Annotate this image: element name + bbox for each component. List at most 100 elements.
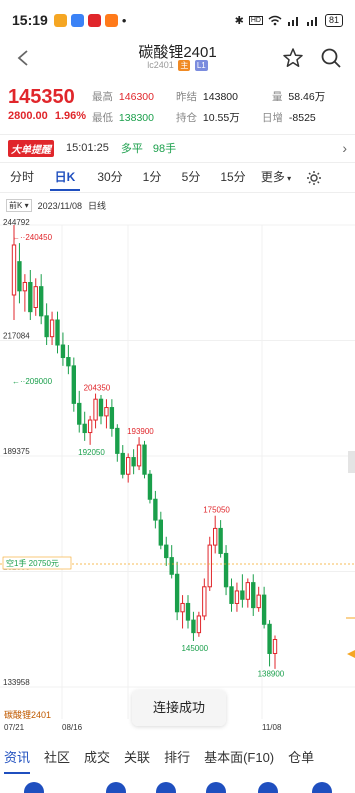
daily-oi-cell: 日增 -8525 bbox=[262, 110, 316, 125]
y-tick-label: 189375 bbox=[3, 447, 30, 456]
tab-5min[interactable]: 5分 bbox=[172, 165, 210, 191]
high-value: 146300 bbox=[118, 91, 154, 103]
status-bar: 15:19 • ✱ HD 81 bbox=[0, 0, 355, 40]
candle-body bbox=[22, 281, 28, 292]
toast-message: 连接成功 bbox=[132, 690, 226, 726]
candle-body bbox=[17, 261, 22, 292]
candle-body bbox=[109, 407, 115, 429]
volume-cell: 量 58.46万 bbox=[272, 89, 325, 104]
candle-body bbox=[142, 444, 147, 475]
tab-community[interactable]: 社区 bbox=[44, 744, 70, 774]
chart-settings-button[interactable] bbox=[302, 165, 326, 191]
candle-body bbox=[98, 398, 104, 417]
right-marker bbox=[347, 650, 355, 658]
contract-label: 碳酸锂2401 bbox=[4, 710, 52, 720]
candle-body bbox=[77, 402, 82, 425]
change-value: 2800.00 bbox=[8, 110, 48, 122]
candle-body bbox=[202, 586, 207, 617]
high-cell: 最高 146300 bbox=[92, 89, 154, 104]
candle-body bbox=[213, 527, 218, 546]
low-label: 最低 bbox=[92, 112, 113, 124]
price-annotation: 192050 bbox=[78, 448, 105, 457]
candle-body bbox=[66, 357, 71, 367]
candle-body bbox=[174, 573, 180, 613]
tab-warehouse-receipts[interactable]: 仓单 bbox=[288, 744, 314, 774]
chart-svg: 244792217084189375161666133958←··240450←… bbox=[0, 218, 355, 719]
wifi-icon bbox=[268, 15, 282, 25]
bottom-tabs: 资讯 社区 成交 关联 排行 基本面(F10) 仓单 bbox=[0, 744, 355, 774]
tab-daily-k[interactable]: 日K bbox=[50, 165, 80, 191]
tab-related[interactable]: 关联 bbox=[124, 744, 150, 774]
action-icon[interactable] bbox=[106, 782, 126, 793]
daily-oi-value: -8525 bbox=[288, 112, 316, 124]
action-icon[interactable] bbox=[206, 782, 226, 793]
nav-bar: 碳酸锂2401 lc2401 主 L1 bbox=[0, 40, 355, 80]
chart-header: 前K ▾ 2023/11/08 日线 bbox=[6, 199, 106, 212]
search-button[interactable] bbox=[319, 46, 343, 70]
chart-date: 2023/11/08 bbox=[37, 200, 82, 211]
tab-30min[interactable]: 30分 bbox=[90, 165, 130, 191]
action-icon[interactable] bbox=[24, 782, 44, 793]
period-tabs: 分时 日K 30分 1分 5分 15分 更多 ▾ bbox=[0, 165, 355, 191]
weibo-app-icon bbox=[53, 13, 67, 27]
tab-fundamentals[interactable]: 基本面(F10) bbox=[204, 744, 274, 774]
candle-body bbox=[33, 286, 38, 309]
candle-body bbox=[207, 544, 212, 588]
tab-1min[interactable]: 1分 bbox=[134, 165, 170, 191]
tab-news[interactable]: 资讯 bbox=[4, 744, 31, 774]
candle-body bbox=[191, 619, 196, 634]
adjust-select[interactable]: 前K ▾ bbox=[6, 199, 32, 212]
candle-body bbox=[196, 615, 202, 634]
open-interest-cell: 持仓 10.55万 bbox=[176, 110, 240, 125]
hd-icon: HD bbox=[248, 15, 263, 25]
candlestick-chart[interactable]: 244792217084189375161666133958←··240450←… bbox=[0, 212, 355, 734]
battery-indicator: 81 bbox=[324, 13, 343, 27]
candle-body bbox=[180, 602, 185, 613]
status-app-icons: • bbox=[53, 13, 126, 28]
candle-body bbox=[256, 594, 261, 609]
action-icon[interactable] bbox=[258, 782, 278, 793]
quote-panel: 145350 2800.00 1.96% 最高 146300 最低 138300… bbox=[0, 82, 355, 130]
candle-body bbox=[234, 590, 240, 604]
tab-more[interactable]: 更多 ▾ bbox=[256, 165, 296, 191]
candle-body bbox=[240, 590, 245, 600]
video-app-icon bbox=[104, 13, 118, 27]
tab-intraday[interactable]: 分时 bbox=[0, 165, 44, 191]
gear-icon bbox=[307, 171, 321, 185]
divider bbox=[0, 192, 355, 193]
alert-volume: 98手 bbox=[152, 143, 177, 155]
level1-tag: L1 bbox=[194, 60, 208, 71]
candle-body bbox=[93, 398, 98, 421]
high-label: 最高 bbox=[92, 91, 113, 103]
action-icon[interactable] bbox=[156, 782, 176, 793]
alert-time: 15:01:25 bbox=[66, 142, 109, 154]
price-annotation: 193900 bbox=[127, 427, 154, 436]
price-annotation: ←··240450 bbox=[12, 233, 53, 242]
candle-body bbox=[223, 552, 229, 588]
action-icon[interactable] bbox=[312, 782, 332, 793]
price-annotation: 145000 bbox=[181, 644, 208, 653]
date-tick: 08/16 bbox=[62, 723, 83, 732]
chart-period: 日线 bbox=[87, 201, 106, 211]
tab-15min[interactable]: 15分 bbox=[212, 165, 254, 191]
chevron-right-icon: › bbox=[342, 140, 347, 156]
price-annotation: 175050 bbox=[203, 506, 230, 515]
news-app-icon bbox=[70, 13, 84, 27]
favorite-button[interactable] bbox=[281, 46, 305, 70]
big-order-alert[interactable]: 大单提醒 15:01:25 多平 98手 › bbox=[0, 136, 355, 160]
prev-settle-cell: 昨结 143800 bbox=[176, 89, 238, 104]
candle-body bbox=[120, 452, 125, 475]
last-price: 145350 bbox=[8, 86, 75, 108]
y-tick-label: 133958 bbox=[3, 678, 30, 687]
candle-body bbox=[245, 582, 250, 600]
alert-direction: 多平 bbox=[120, 143, 143, 155]
candle-body bbox=[39, 286, 44, 317]
status-indicators: ✱ HD 81 bbox=[235, 13, 343, 27]
tab-ranking[interactable]: 排行 bbox=[164, 744, 190, 774]
candle-body bbox=[272, 639, 278, 654]
candle-body bbox=[104, 407, 109, 417]
price-annotation: 204350 bbox=[84, 384, 111, 393]
tab-trades[interactable]: 成交 bbox=[84, 744, 110, 774]
low-cell: 最低 138300 bbox=[92, 110, 154, 125]
candle-body bbox=[229, 586, 234, 604]
